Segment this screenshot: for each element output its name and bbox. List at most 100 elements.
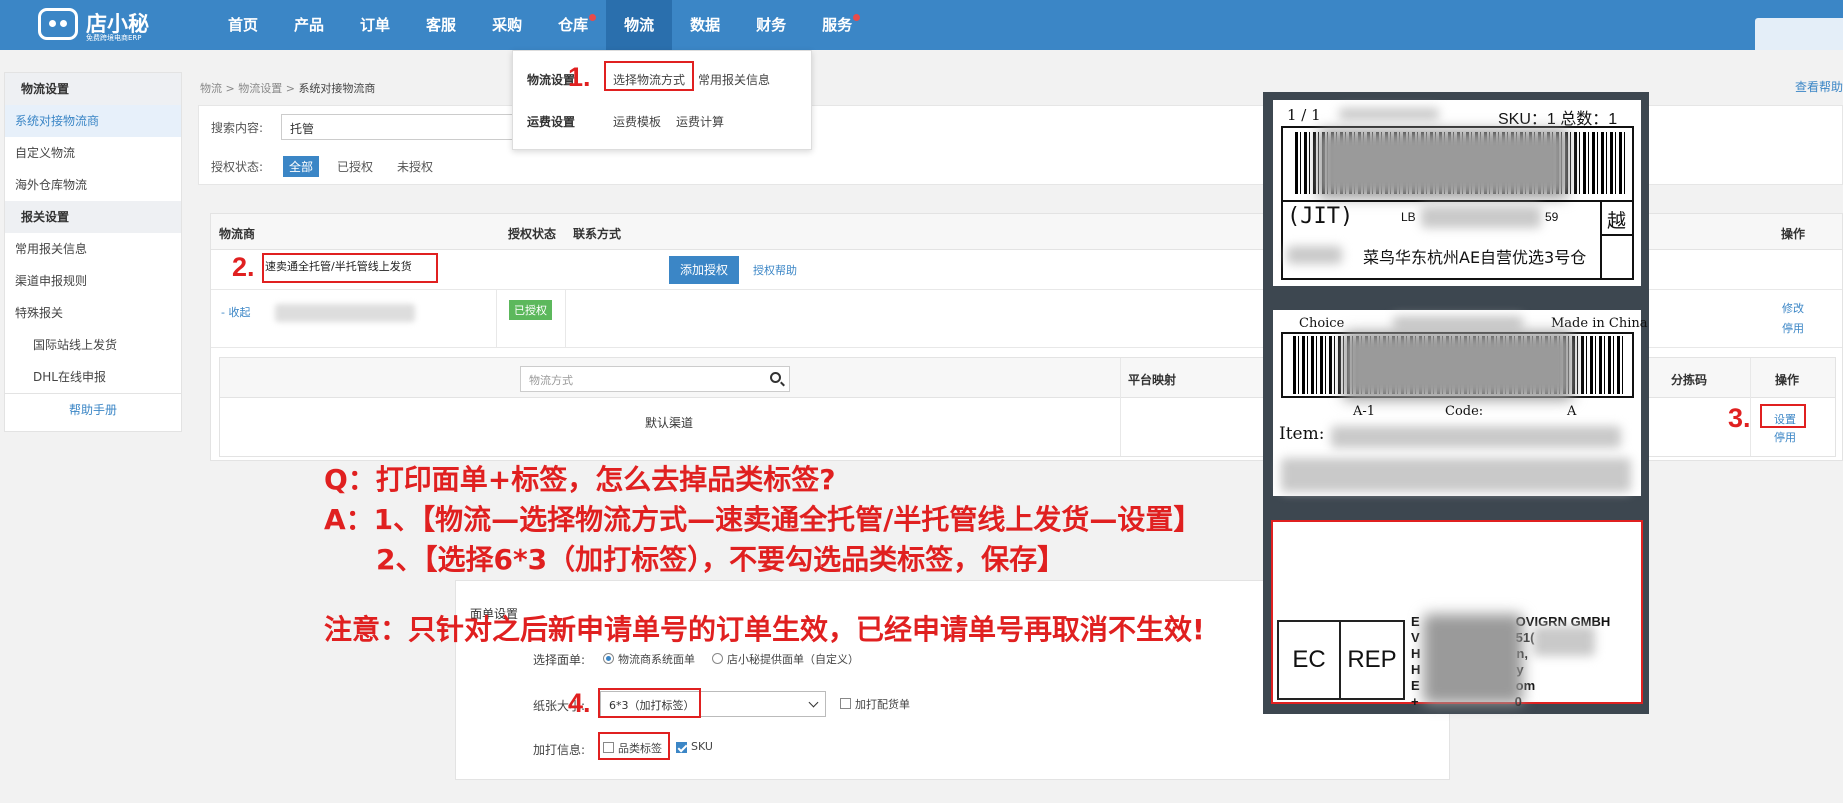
nav-item-home[interactable]: 首页: [210, 0, 276, 50]
label-preview-panel: 1 / 1 SKU：1 总数：1 (JIT) LB 59 越 菜鸟华东杭州AE自…: [1263, 92, 1649, 714]
highlight-choose-method: [604, 61, 694, 91]
label-a1: A-1: [1353, 404, 1376, 419]
step-3: 3.: [1728, 403, 1751, 433]
annotation-note: 注意：只针对之后新申请单号的订单生效，已经申请单号再取消不生效!: [324, 613, 1205, 646]
nav-item-warehouse[interactable]: 仓库: [540, 0, 606, 50]
radio-custom-label[interactable]: [712, 653, 723, 664]
sidebar-item-common-customs[interactable]: 常用报关信息: [5, 233, 181, 265]
sidebar-item-custom-logistics[interactable]: 自定义物流: [5, 137, 181, 169]
menu-item-freight-template[interactable]: 运费模板: [613, 113, 661, 130]
redacted: [1339, 108, 1439, 120]
modify-link[interactable]: 修改: [1782, 300, 1804, 316]
select-label-label: 选择面单:: [533, 653, 586, 667]
sidebar-help-manual[interactable]: 帮助手册: [5, 393, 181, 425]
highlight-paper-size: [598, 688, 701, 718]
redacted-barcode: [1318, 130, 1568, 198]
nav-item-finance[interactable]: 财务: [738, 0, 804, 50]
nav-item-orders[interactable]: 订单: [342, 0, 408, 50]
highlight-setup: [1760, 404, 1806, 428]
top-nav-bar: 店小秘 免费跨境电商ERP 首页 产品 订单 客服 采购 仓库 物流 数据 财务…: [0, 0, 1843, 50]
label-item: Item:: [1279, 424, 1325, 444]
redacted-account: [275, 304, 415, 322]
nav-item-service[interactable]: 客服: [408, 0, 474, 50]
label-rep: REP: [1339, 620, 1405, 700]
annotation-answer-2: 2、【选择6*3（加打标签），不要勾选品类标签，保存】: [376, 543, 1066, 576]
collapse-toggle[interactable]: - 收起: [221, 304, 250, 320]
breadcrumb-current: 系统对接物流商: [298, 82, 376, 95]
col-ops: 操作: [1781, 227, 1806, 241]
brand-logo[interactable]: 店小秘 免费跨境电商ERP: [38, 6, 158, 44]
auth-status-label: 授权状态:: [211, 160, 264, 174]
sidebar-item-special-customs[interactable]: 特殊报关: [5, 297, 181, 329]
sidebar-item-intl-station[interactable]: 国际站线上发货: [5, 329, 181, 361]
nav-item-products[interactable]: 产品: [276, 0, 342, 50]
redacted-address: [1423, 614, 1523, 704]
chevron-down-icon: [808, 697, 819, 708]
search-icon[interactable]: [770, 372, 781, 383]
robot-logo-icon: [38, 8, 78, 40]
step-1: 1.: [568, 62, 591, 92]
extra-picklist-checkbox[interactable]: [840, 698, 851, 709]
auth-filter-all[interactable]: 全部: [283, 156, 320, 177]
redacted: [1393, 316, 1523, 330]
nav-item-logistics[interactable]: 物流: [606, 0, 673, 50]
shipping-label-1: 1 / 1 SKU：1 总数：1 (JIT) LB 59 越 菜鸟华东杭州AE自…: [1273, 100, 1641, 286]
col-ops: 操作: [1775, 373, 1800, 387]
search-label: 搜索内容:: [211, 121, 264, 135]
breadcrumb-logistics[interactable]: 物流: [200, 82, 222, 95]
menu-item-common-customs[interactable]: 常用报关信息: [698, 71, 770, 88]
sidebar-item-dhl[interactable]: DHL在线申报: [5, 361, 181, 393]
step-2: 2.: [232, 252, 255, 282]
channel-search-input[interactable]: 物流方式: [520, 366, 790, 392]
sku-checkbox[interactable]: [676, 742, 687, 753]
redacted-barcode: [1343, 332, 1573, 400]
divider: [565, 290, 566, 347]
sidebar-item-system-carriers[interactable]: 系统对接物流商: [5, 105, 181, 137]
search-input[interactable]: 托管: [281, 114, 521, 140]
label-choice: Choice: [1299, 316, 1345, 331]
auth-filter-authorized[interactable]: 已授权: [331, 156, 379, 177]
nav-item-data[interactable]: 数据: [672, 0, 738, 50]
disable-channel-link[interactable]: 停用: [1774, 429, 1796, 445]
divider: [1600, 200, 1602, 280]
authorization-help-link[interactable]: 授权帮助: [753, 262, 797, 278]
label-code-value: A: [1567, 404, 1577, 419]
nav-item-services[interactable]: 服务: [804, 0, 870, 50]
col-platform-mapping: 平台映射: [1128, 373, 1177, 387]
label-ec: EC: [1277, 620, 1341, 700]
sku-text: SKU: [691, 740, 713, 753]
highlight-category-checkbox: [598, 732, 670, 760]
label-code: Code:: [1445, 404, 1484, 419]
extra-picklist-text: 加打配货单: [855, 698, 910, 711]
label-yue: 越: [1607, 210, 1627, 232]
label-lb-prefix: LB: [1401, 210, 1416, 224]
user-area[interactable]: [1755, 18, 1843, 50]
redacted-item: [1281, 458, 1631, 492]
sidebar-item-channel-rules[interactable]: 渠道申报规则: [5, 265, 181, 297]
nav-item-purchase[interactable]: 采购: [474, 0, 540, 50]
label-jit: (JIT): [1287, 204, 1354, 229]
sidebar-item-overseas-warehouse[interactable]: 海外仓库物流: [5, 169, 181, 201]
breadcrumb-settings[interactable]: 物流设置: [238, 82, 282, 95]
redacted-address: [1533, 626, 1595, 656]
label-warehouse: 菜鸟华东杭州AE自营优选3号仓: [1363, 248, 1587, 267]
disable-link[interactable]: 停用: [1782, 320, 1804, 336]
divider: [496, 290, 497, 347]
shipping-label-2: Choice Made in China A-1 Code: A Item:: [1273, 310, 1647, 496]
redacted: [1421, 206, 1541, 228]
notification-dot: [589, 14, 597, 21]
print-info-label: 加打信息:: [533, 743, 586, 757]
sidebar-group-logistics-settings: 物流设置: [5, 73, 181, 105]
auth-filter-unauthorized[interactable]: 未授权: [391, 156, 439, 177]
annotation-question: Q：打印面单+标签，怎么去掉品类标签?: [324, 463, 836, 496]
label-page: 1 / 1: [1287, 106, 1321, 124]
view-help-link[interactable]: 查看帮助: [1795, 78, 1843, 95]
divider: [1602, 234, 1634, 236]
menu-item-freight-calc[interactable]: 运费计算: [676, 113, 724, 130]
notification-dot: [853, 14, 861, 21]
step-4: 4.: [568, 688, 591, 718]
annotation-answer-1: A：1、【物流—选择物流方式—速卖通全托管/半托管线上发货—设置】: [324, 503, 1202, 536]
authorized-badge: 已授权: [509, 300, 552, 320]
radio-carrier-label[interactable]: [603, 653, 614, 664]
add-authorization-button[interactable]: 添加授权: [669, 256, 739, 284]
